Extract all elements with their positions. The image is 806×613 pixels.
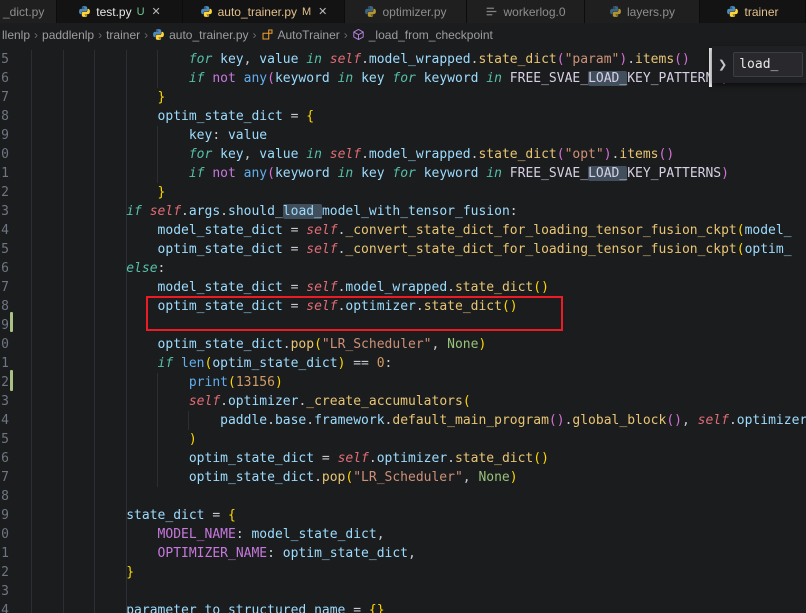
close-icon[interactable]: ✕ — [318, 5, 327, 18]
code-line-27[interactable]: OPTIMIZER_NAME: optim_state_dict, — [1, 544, 806, 563]
tab-label: trainer — [744, 5, 778, 19]
tab-_dict.py[interactable]: _dict.py — [0, 0, 57, 23]
tab-label: _dict.py — [3, 5, 44, 19]
tab-bar: _dict.py test.py U ✕ auto_trainer.py M ✕ optimi… — [0, 0, 806, 23]
code-line-11[interactable]: optim_state_dict = self._convert_state_d… — [1, 240, 806, 259]
code-line-3[interactable]: } — [1, 88, 806, 107]
code-line-19[interactable]: self.optimizer._create_accumulators( — [1, 392, 806, 411]
breadcrumb-item-paddlenlp[interactable]: paddlenlp — [42, 28, 94, 42]
code-line-26[interactable]: MODEL_NAME: model_state_dict, — [1, 525, 806, 544]
breadcrumb-separator-icon: › — [344, 28, 348, 42]
tab-optimizer.py[interactable]: optimizer.py — [345, 0, 467, 23]
code-line-20[interactable]: paddle.base.framework.default_main_progr… — [1, 411, 806, 430]
breadcrumb-label: llenlp — [2, 28, 30, 42]
breadcrumb-label: paddlenlp — [42, 28, 94, 42]
code-line-9[interactable]: if self.args.should_load_model_with_tens… — [1, 202, 806, 221]
code-line-5[interactable]: key: value — [1, 126, 806, 145]
breadcrumb-item-_load_from_checkpoint[interactable]: _load_from_checkpoint — [352, 28, 493, 42]
git-status-badge: U — [137, 6, 145, 18]
tab-trainer[interactable]: trainer — [700, 0, 806, 23]
code-line-16[interactable]: optim_state_dict.pop("LR_Scheduler", Non… — [1, 335, 806, 354]
code-line-6[interactable]: for key, value in self.model_wrapped.sta… — [1, 145, 806, 164]
breadcrumb-label: trainer — [106, 28, 140, 42]
tab-test.py[interactable]: test.py U ✕ — [57, 0, 183, 23]
find-input[interactable] — [733, 52, 803, 77]
breadcrumb-label: AutoTrainer — [278, 28, 340, 42]
method-icon — [352, 28, 365, 41]
breadcrumb: llenlp › paddlenlp › trainer › auto_trainer.py… — [0, 23, 806, 46]
code-line-25[interactable]: state_dict = { — [1, 506, 806, 525]
code-line-21[interactable]: ) — [1, 430, 806, 449]
tab-label: auto_trainer.py — [218, 5, 297, 19]
breadcrumb-label: _load_from_checkpoint — [369, 28, 493, 42]
tab-label: optimizer.py — [382, 5, 446, 19]
code-line-4[interactable]: optim_state_dict = { — [1, 107, 806, 126]
breadcrumb-separator-icon: › — [253, 28, 257, 42]
python-icon — [364, 5, 377, 18]
tab-label: test.py — [96, 5, 131, 19]
list-icon — [485, 5, 498, 18]
breadcrumb-label: auto_trainer.py — [169, 28, 248, 42]
code-line-17[interactable]: if len(optim_state_dict) == 0: — [1, 354, 806, 373]
python-icon — [78, 5, 91, 18]
code-line-22[interactable]: optim_state_dict = self.optimizer.state_… — [1, 449, 806, 468]
python-icon — [200, 5, 213, 18]
code-line-30[interactable]: parameter_to_structured_name = {} — [1, 601, 806, 613]
tab-label: workerlog.0 — [503, 5, 565, 19]
breadcrumb-item-AutoTrainer[interactable]: AutoTrainer — [261, 28, 340, 42]
code-line-24[interactable] — [1, 487, 806, 506]
tab-workerlog.0[interactable]: workerlog.0 — [467, 0, 585, 23]
breadcrumb-separator-icon: › — [98, 28, 102, 42]
tab-layers.py[interactable]: layers.py — [585, 0, 700, 23]
tab-label: layers.py — [627, 5, 675, 19]
annotation-red-box — [146, 296, 563, 331]
code-line-28[interactable]: } — [1, 563, 806, 582]
code-line-23[interactable]: optim_state_dict.pop("LR_Scheduler", Non… — [1, 468, 806, 487]
close-icon[interactable]: ✕ — [152, 5, 161, 18]
code-line-2[interactable]: if not any(keyword in key for keyword in… — [1, 69, 806, 88]
code-line-1[interactable]: for key, value in self.model_wrapped.sta… — [1, 50, 806, 69]
find-widget: ❯ — [712, 46, 806, 83]
code-line-13[interactable]: model_state_dict = self.model_wrapped.st… — [1, 278, 806, 297]
breadcrumb-separator-icon: › — [144, 28, 148, 42]
breadcrumb-item-auto_trainer.py[interactable]: auto_trainer.py — [152, 28, 248, 42]
chevron-right-icon[interactable]: ❯ — [718, 58, 727, 71]
code-line-29[interactable] — [1, 582, 806, 601]
code-line-10[interactable]: model_state_dict = self._convert_state_d… — [1, 221, 806, 240]
vscode-editor-window: _dict.py test.py U ✕ auto_trainer.py M ✕ optimi… — [0, 0, 806, 613]
class-icon — [261, 28, 274, 41]
breadcrumb-item-llenlp[interactable]: llenlp — [2, 28, 30, 42]
code-line-18[interactable]: print(13156) — [1, 373, 806, 392]
python-icon — [726, 5, 739, 18]
code-line-8[interactable]: } — [1, 183, 806, 202]
code-line-7[interactable]: if not any(keyword in key for keyword in… — [1, 164, 806, 183]
code-line-12[interactable]: else: — [1, 259, 806, 278]
tab-auto_trainer.py[interactable]: auto_trainer.py M ✕ — [183, 0, 345, 23]
python-icon — [609, 5, 622, 18]
breadcrumb-separator-icon: › — [34, 28, 38, 42]
breadcrumb-item-trainer[interactable]: trainer — [106, 28, 140, 42]
git-status-badge: M — [302, 6, 311, 18]
python-icon — [152, 28, 165, 41]
